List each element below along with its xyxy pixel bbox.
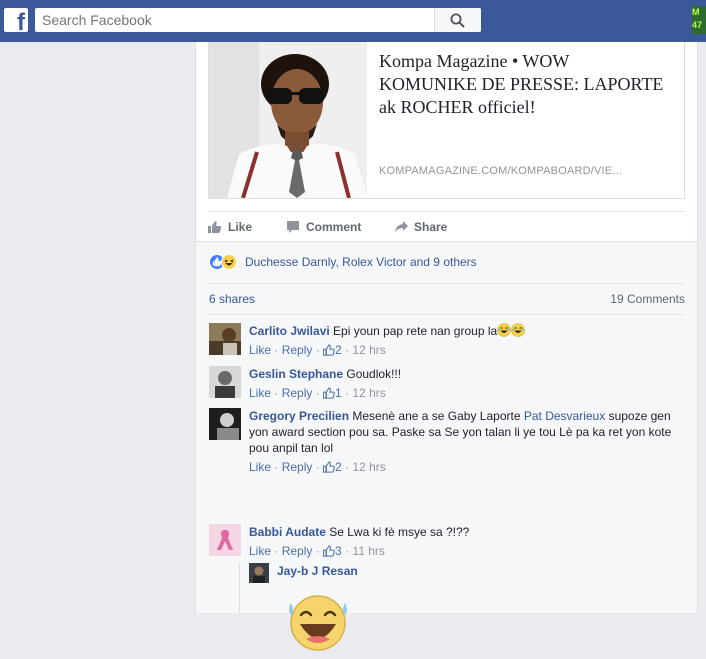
comment-meta: Like · Reply · 1 · 12 hrs	[249, 386, 386, 400]
reply-author[interactable]: Jay-b J Resan	[277, 564, 358, 578]
comment-label: Comment	[306, 220, 362, 234]
share-action-button[interactable]: Share	[394, 214, 464, 240]
share-icon	[395, 221, 408, 232]
comment-timestamp[interactable]: 12 hrs	[352, 343, 385, 357]
corner-badge-line-2: 47	[692, 20, 703, 30]
comment-like-count[interactable]: 1	[335, 386, 342, 400]
search-button[interactable]	[434, 8, 481, 32]
comment-author[interactable]: Geslin Stephane	[249, 367, 343, 381]
divider	[208, 283, 685, 284]
link-preview[interactable]: Kompa Magazine • WOW KOMUNIKE DE PRESSE:…	[208, 42, 685, 199]
facebook-logo[interactable]: f	[4, 8, 28, 36]
comment-text: Goudlok!!!	[346, 367, 402, 381]
comment-reply-link[interactable]: Reply	[282, 460, 313, 474]
link-preview-domain: KOMPAMAGAZINE.COM/KOMPABOARD/VIE...	[379, 165, 623, 177]
avatar[interactable]	[209, 524, 241, 556]
avatar[interactable]	[209, 366, 241, 398]
haha-reaction-icon	[221, 254, 237, 270]
avatar[interactable]	[209, 408, 241, 440]
comment-meta: Like · Reply · 2 · 12 hrs	[249, 460, 386, 474]
thumbs-up-icon	[323, 387, 335, 399]
shares-count-link[interactable]: 6 shares	[209, 292, 255, 306]
comment-tagged-user[interactable]: Pat Desvarieux	[524, 409, 605, 423]
reactions-names-link[interactable]: Duchesse Darnly, Rolex Victor and 9 othe…	[245, 255, 477, 269]
comment-author[interactable]: Carlito Jwilavi	[249, 324, 330, 338]
comment-timestamp[interactable]: 12 hrs	[352, 460, 385, 474]
top-navigation-bar: f M 47	[0, 0, 706, 42]
comment-body: Gregory Precilien Mesenè ane a se Gaby L…	[249, 408, 685, 475]
comment-like-count[interactable]: 2	[335, 343, 342, 357]
comment-reply-link[interactable]: Reply	[282, 386, 313, 400]
comment-like-link[interactable]: Like	[249, 386, 271, 400]
thumbs-up-icon	[323, 545, 335, 557]
divider	[208, 211, 685, 212]
comments-count-link[interactable]: 19 Comments	[610, 292, 685, 306]
comment-body: Geslin Stephane Goudlok!!! Like · Reply …	[249, 366, 685, 401]
comment-reply-link[interactable]: Reply	[282, 343, 313, 357]
person-photo	[209, 42, 367, 198]
comment-timestamp[interactable]: 11 hrs	[352, 544, 384, 558]
thumbs-up-icon	[323, 461, 335, 473]
reaction-icons[interactable]	[209, 254, 243, 270]
search-box	[35, 8, 481, 32]
section-top-border	[196, 241, 697, 242]
comment-text: Mesenè ane a se Gaby Laporte	[352, 409, 521, 423]
comment-text: Epi youn pap rete nan group la	[333, 324, 498, 338]
comment-item: Geslin Stephane Goudlok!!! Like · Reply …	[209, 366, 685, 402]
comment-body: Babbi Audate Se Lwa ki fè msye sa ?!?? L…	[249, 524, 685, 559]
comment-item: Carlito Jwilavi Epi youn pap rete nan gr…	[209, 323, 685, 359]
facebook-logo-letter: f	[17, 9, 25, 36]
laugh-cry-icon	[511, 323, 525, 337]
like-label: Like	[228, 220, 253, 234]
comment-author[interactable]: Babbi Audate	[249, 525, 326, 539]
comment-item: Babbi Audate Se Lwa ki fè msye sa ?!?? L…	[209, 524, 685, 560]
comment-like-count[interactable]: 2	[335, 460, 342, 474]
comment-like-link[interactable]: Like	[249, 343, 271, 357]
reply-thread-line	[239, 563, 240, 613]
link-preview-title[interactable]: Kompa Magazine • WOW KOMUNIKE DE PRESSE:…	[379, 50, 669, 119]
thumbs-up-icon	[323, 344, 335, 356]
link-preview-image[interactable]	[209, 42, 367, 198]
comment-like-link[interactable]: Like	[249, 460, 271, 474]
comment-like-count[interactable]: 3	[335, 544, 342, 558]
search-input[interactable]	[35, 8, 433, 32]
comment-text: Se Lwa ki fè msye sa ?!??	[329, 525, 470, 539]
corner-badge[interactable]: M 47	[692, 6, 706, 34]
avatar[interactable]	[209, 323, 241, 355]
reactions-and-comments-section: Duchesse Darnly, Rolex Victor and 9 othe…	[196, 241, 697, 651]
laugh-cry-icon	[497, 323, 511, 337]
like-action-button[interactable]: Like	[208, 214, 268, 240]
comment-reply-link[interactable]: Reply	[282, 544, 313, 558]
comment-icon	[287, 221, 299, 233]
post-actions: Like Comment Share	[208, 214, 683, 240]
corner-badge-line-1: M	[692, 7, 700, 17]
thumbs-up-icon	[208, 221, 222, 233]
share-label: Share	[414, 220, 448, 234]
comment-meta: Like · Reply · 3 · 11 hrs	[249, 544, 385, 558]
comment-like-link[interactable]: Like	[249, 544, 271, 558]
comment-item: Gregory Precilien Mesenè ane a se Gaby L…	[209, 408, 685, 476]
search-icon	[450, 13, 465, 28]
post-card: Kompa Magazine • WOW KOMUNIKE DE PRESSE:…	[195, 42, 698, 651]
comment-meta: Like · Reply · 2 · 12 hrs	[249, 343, 386, 357]
divider	[208, 314, 685, 315]
comment-body: Carlito Jwilavi Epi youn pap rete nan gr…	[249, 323, 685, 358]
comment-author[interactable]: Gregory Precilien	[249, 409, 349, 423]
reply-avatar[interactable]	[249, 563, 269, 583]
comment-action-button[interactable]: Comment	[286, 214, 376, 240]
laughing-face-sticker	[289, 595, 347, 651]
comment-timestamp[interactable]: 12 hrs	[352, 386, 385, 400]
